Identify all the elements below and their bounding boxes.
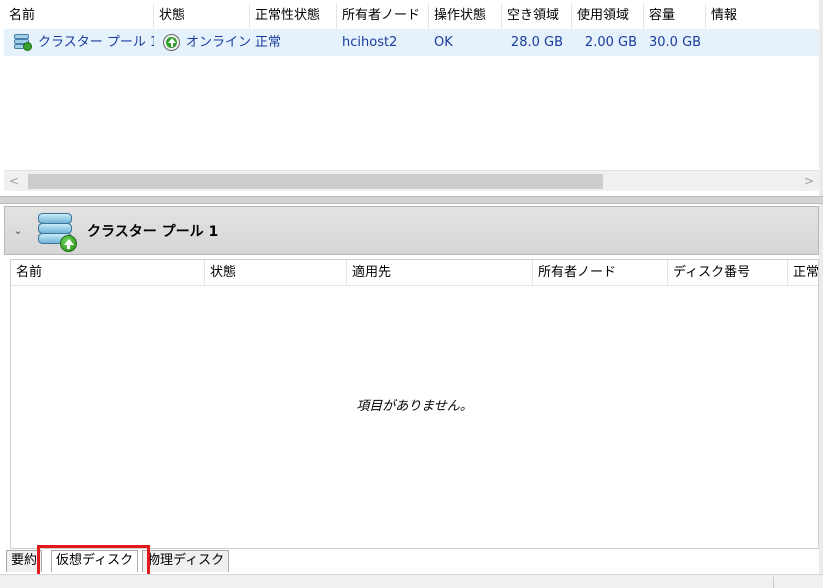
status-divider <box>773 577 774 588</box>
column-header-status[interactable]: 状態 <box>154 4 250 28</box>
virtual-disk-list: 名前 状態 適用先 所有者ノード ディスク番号 正常 項目がありません。 <box>10 259 819 549</box>
pool-owner-node: hcihost2 <box>342 35 398 50</box>
detail-header: ⌄ クラスター プール 1 <box>4 206 819 255</box>
column-header-applied-to[interactable]: 適用先 <box>347 260 533 286</box>
pool-name: クラスター プール 1 <box>38 35 154 50</box>
virtual-disk-table-header: 名前 状態 適用先 所有者ノード ディスク番号 正常 <box>11 260 818 286</box>
pool-free-space: 28.0 GB <box>510 35 563 50</box>
right-edge <box>819 0 823 574</box>
pool-info <box>711 29 811 56</box>
column-header-free-space[interactable]: 空き領域 <box>502 4 572 28</box>
tab-summary[interactable]: 要約 <box>6 550 43 572</box>
column-header-name[interactable]: 名前 <box>4 4 154 28</box>
column-header-operational-status[interactable]: 操作状態 <box>429 4 502 28</box>
pane-splitter[interactable] <box>0 196 823 204</box>
scrollbar-thumb[interactable] <box>28 174 603 189</box>
pool-table-header: 名前 状態 正常性状態 所有者ノード 操作状態 空き領域 使用領域 容量 情報 <box>4 4 819 28</box>
scroll-right-icon[interactable]: > <box>799 171 819 192</box>
column-header-owner-node[interactable]: 所有者ノード <box>337 4 429 28</box>
chevron-down-icon[interactable]: ⌄ <box>11 224 25 238</box>
column-header-name[interactable]: 名前 <box>11 260 205 286</box>
detail-title: クラスター プール 1 <box>87 224 219 240</box>
column-header-owner-node[interactable]: 所有者ノード <box>533 260 668 286</box>
pool-health: 正常 <box>255 35 282 50</box>
pool-list-pane: 名前 状態 正常性状態 所有者ノード 操作状態 空き領域 使用領域 容量 情報 … <box>0 0 823 198</box>
pool-capacity: 30.0 GB <box>649 35 702 50</box>
status-bar <box>0 574 823 588</box>
column-header-status[interactable]: 状態 <box>205 260 347 286</box>
column-header-used-space[interactable]: 使用領域 <box>572 4 644 28</box>
horizontal-scrollbar[interactable]: < > <box>4 170 819 191</box>
tab-virtual-disks[interactable]: 仮想ディスク <box>51 550 139 572</box>
scroll-left-icon[interactable]: < <box>4 171 24 192</box>
column-header-health[interactable]: 正常 <box>788 260 818 286</box>
storage-pool-icon <box>14 34 32 51</box>
tab-physical-disks[interactable]: 物理ディスク <box>142 550 230 572</box>
online-status-icon <box>163 34 180 51</box>
pool-used-space: 2.00 GB <box>584 35 637 50</box>
pool-operational-status: OK <box>434 35 453 50</box>
pool-status: オンライン <box>186 35 250 50</box>
column-header-info[interactable]: 情報 <box>706 4 819 28</box>
table-row[interactable]: クラスター プール 1 オンライン 正常 hcihost2 OK 28.0 GB… <box>4 29 819 56</box>
tab-bar: 要約 仮想ディスク 物理ディスク <box>4 548 819 574</box>
column-header-health[interactable]: 正常性状態 <box>250 4 337 28</box>
empty-list-message: 項目がありません。 <box>356 399 473 414</box>
storage-pool-icon <box>35 211 81 253</box>
column-header-capacity[interactable]: 容量 <box>644 4 706 28</box>
column-header-disk-number[interactable]: ディスク番号 <box>668 260 788 286</box>
